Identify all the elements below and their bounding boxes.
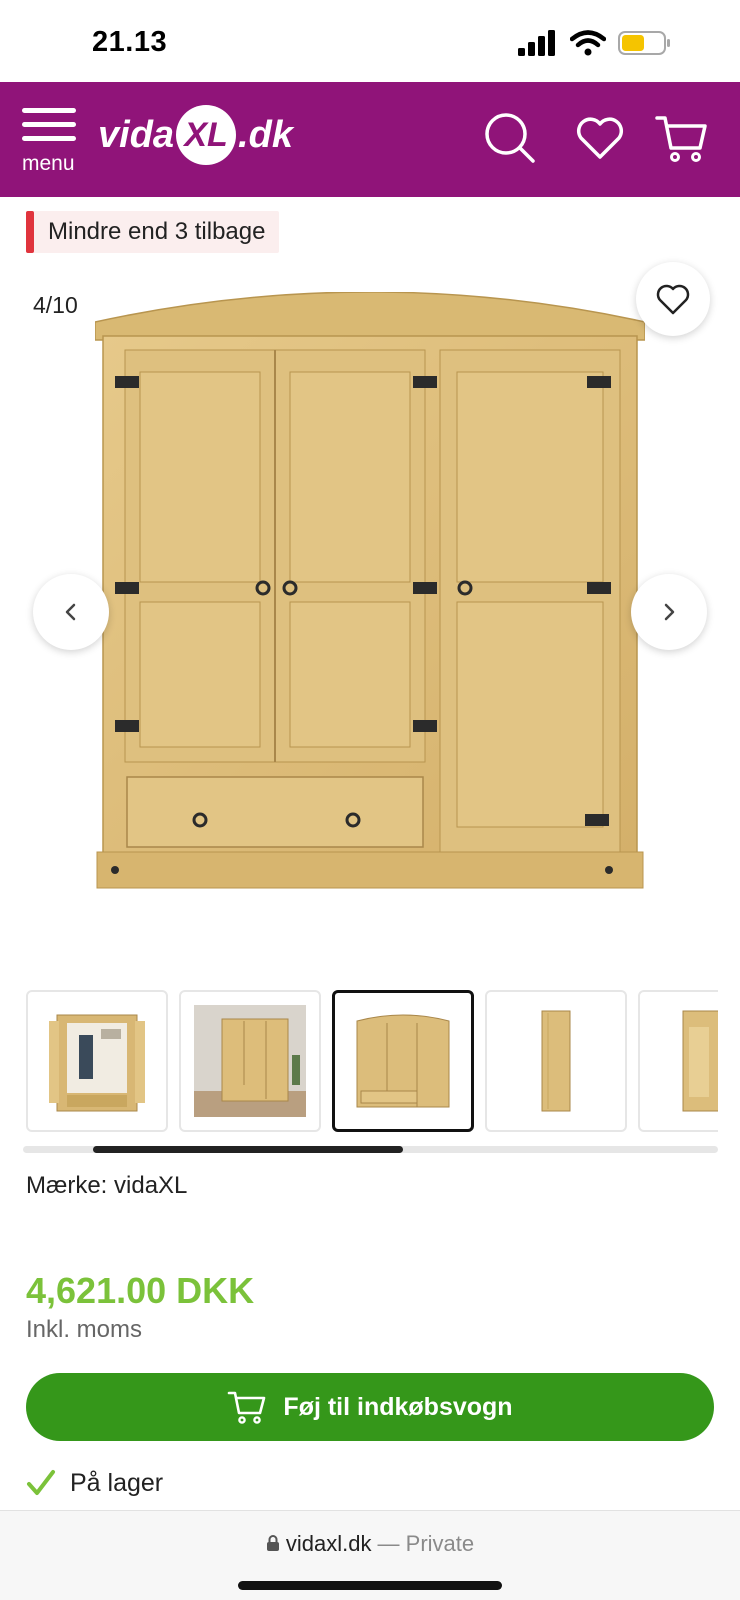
image-counter: 4/10 xyxy=(33,292,78,318)
url-display[interactable]: vidaxl.dk — Private xyxy=(0,1531,740,1557)
product-price: 4,621.00 DKK xyxy=(26,1270,255,1311)
thumbnail-scrollbar-handle[interactable] xyxy=(93,1146,403,1153)
hamburger-icon xyxy=(22,108,78,141)
site-header: menu vida XL .dk xyxy=(0,82,740,197)
home-indicator[interactable] xyxy=(238,1581,502,1590)
availability-text: På lager xyxy=(70,1468,164,1497)
search-icon[interactable] xyxy=(482,110,538,166)
thumbnail-1[interactable] xyxy=(26,990,168,1132)
wifi-icon xyxy=(570,30,606,56)
cart-icon[interactable] xyxy=(654,110,710,166)
main-product-image xyxy=(95,292,645,889)
logo-text-right: .dk xyxy=(238,113,293,156)
menu-label: menu xyxy=(22,152,75,175)
thumbnail-strip[interactable] xyxy=(26,988,718,1132)
private-mode-label: Private xyxy=(405,1531,475,1556)
logo-text-left: vida xyxy=(98,113,175,156)
wishlist-heart-icon[interactable] xyxy=(572,110,628,166)
add-to-cart-label: Føj til indkøbsvogn xyxy=(283,1392,513,1421)
logo-mark: XL xyxy=(176,105,237,165)
signal-icon xyxy=(518,30,555,56)
status-bar: 21.13 xyxy=(0,0,740,82)
vat-note: Inkl. moms xyxy=(26,1316,143,1343)
low-stock-text: Mindre end 3 tilbage xyxy=(48,218,266,245)
product-brand: Mærke: vidaXL xyxy=(26,1172,188,1199)
chevron-left-icon xyxy=(65,603,76,621)
url-separator: — xyxy=(371,1531,406,1556)
availability-status: På lager xyxy=(26,1468,163,1498)
cart-icon xyxy=(228,1391,266,1424)
heart-icon xyxy=(656,284,690,315)
url-domain: vidaxl.dk xyxy=(285,1531,372,1556)
menu-button[interactable]: menu xyxy=(22,108,78,176)
vidaxl-logo[interactable]: vida XL .dk xyxy=(98,100,293,170)
chevron-right-icon xyxy=(664,603,675,621)
battery-icon xyxy=(618,31,670,55)
lock-icon xyxy=(266,1535,279,1551)
thumbnail-5[interactable] xyxy=(638,990,718,1132)
checkmark-icon xyxy=(27,1470,55,1495)
low-stock-badge: Mindre end 3 tilbage xyxy=(26,211,280,253)
status-icons xyxy=(518,30,672,56)
thumbnail-4[interactable] xyxy=(485,990,627,1132)
thumbnail-scrollbar[interactable] xyxy=(23,1146,718,1153)
next-image-button[interactable] xyxy=(631,574,707,650)
prev-image-button[interactable] xyxy=(33,574,109,650)
thumbnail-2[interactable] xyxy=(179,990,321,1132)
browser-address-bar[interactable]: vidaxl.dk — Private xyxy=(0,1510,740,1600)
status-time: 21.13 xyxy=(92,26,168,58)
add-to-wishlist-button[interactable] xyxy=(636,262,710,336)
add-to-cart-button[interactable]: Føj til indkøbsvogn xyxy=(26,1373,714,1441)
thumbnail-3-active[interactable] xyxy=(332,990,474,1132)
